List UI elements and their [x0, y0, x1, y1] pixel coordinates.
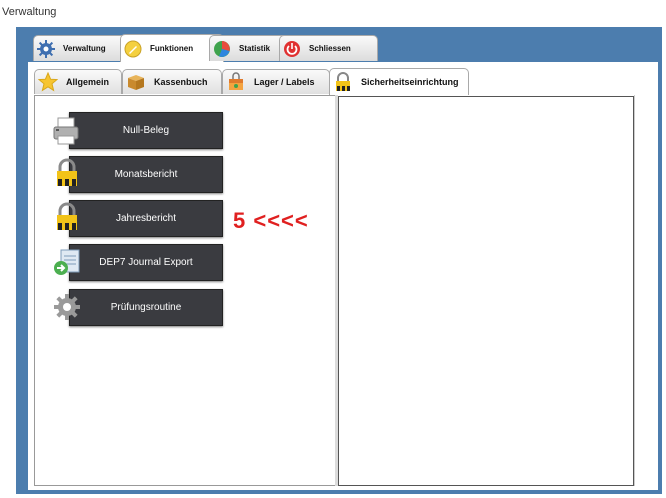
gear-icon: [37, 39, 55, 58]
dep7-journal-export-button[interactable]: DEP7 Journal Export: [69, 244, 223, 281]
jahresbericht-button[interactable]: Jahresbericht: [69, 200, 223, 237]
padlock-icon: [52, 158, 82, 188]
star-icon: [38, 72, 58, 92]
null-beleg-button[interactable]: Null-Beleg: [69, 112, 223, 149]
tab-funktionen-label: Funktionen: [150, 44, 194, 53]
subtab-sicherheitseinrichtung-label: Sicherheitseinrichtung: [361, 77, 459, 87]
gear-icon: [52, 292, 82, 322]
right-margin: [634, 95, 657, 486]
pruefungsroutine-label: Prüfungsroutine: [110, 302, 182, 313]
shopping-bag-icon: [226, 72, 246, 92]
monatsbericht-label: Monatsbericht: [114, 169, 178, 180]
export-document-icon: [52, 248, 82, 278]
tab-schliessen[interactable]: Schliessen: [279, 35, 378, 61]
tab-statistik-label: Statistik: [239, 44, 271, 53]
padlock-icon: [52, 202, 82, 232]
box-icon: [126, 72, 146, 92]
pencil-icon: [124, 40, 142, 58]
annotation-arrow-text: 5 <<<<: [233, 208, 309, 233]
subtab-allgemein[interactable]: Allgemein: [34, 69, 122, 94]
subtab-lager-labels[interactable]: Lager / Labels: [222, 69, 330, 94]
subtab-kassenbuch-label: Kassenbuch: [154, 77, 208, 87]
jahresbericht-label: Jahresbericht: [115, 213, 177, 224]
window-title: Verwaltung: [2, 6, 57, 18]
subtab-allgemein-label: Allgemein: [66, 77, 110, 87]
tab-schliessen-label: Schliessen: [309, 44, 351, 53]
pie-chart-icon: [213, 40, 231, 58]
tab-verwaltung-label: Verwaltung: [63, 44, 106, 53]
subtab-lager-labels-label: Lager / Labels: [254, 77, 315, 87]
printer-icon: [52, 116, 82, 146]
subtab-kassenbuch[interactable]: Kassenbuch: [122, 69, 222, 94]
null-beleg-label: Null-Beleg: [122, 125, 170, 136]
monatsbericht-button[interactable]: Monatsbericht: [69, 156, 223, 193]
subtab-sicherheitseinrichtung[interactable]: Sicherheitseinrichtung: [329, 68, 469, 95]
output-pane: [338, 96, 634, 486]
pruefungsroutine-button[interactable]: Prüfungsroutine: [69, 289, 223, 326]
power-icon: [283, 40, 301, 58]
dep7-journal-export-label: DEP7 Journal Export: [99, 257, 193, 268]
padlock-icon: [333, 72, 353, 92]
tab-verwaltung[interactable]: Verwaltung: [33, 35, 132, 61]
